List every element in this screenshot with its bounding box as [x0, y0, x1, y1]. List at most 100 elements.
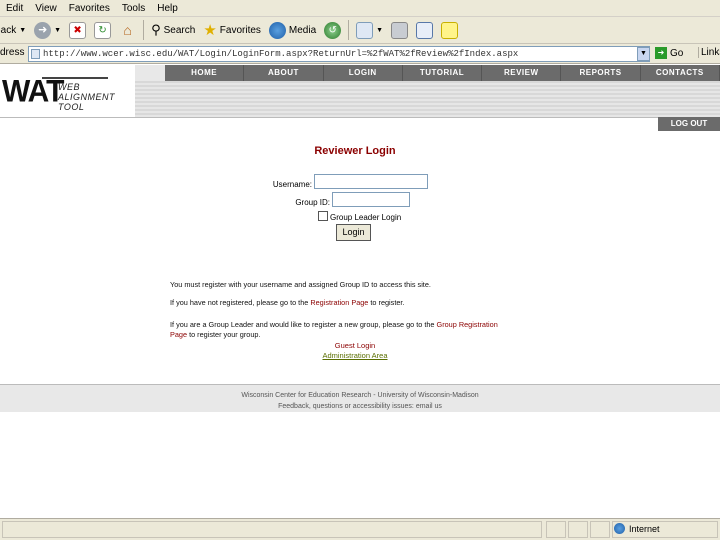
- footer-line1: Wisconsin Center for Education Research …: [241, 392, 479, 399]
- register-instruction: If you have not registered, please go to…: [170, 298, 404, 308]
- stop-button[interactable]: ✖: [69, 21, 87, 39]
- star-icon: ★: [203, 22, 217, 39]
- guest-login-text[interactable]: Guest Login: [335, 341, 375, 350]
- address-bar: dress http://www.wcer.wisc.edu/WAT/Login…: [0, 44, 720, 64]
- status-cell: [546, 521, 566, 538]
- group-id-input[interactable]: [332, 192, 410, 207]
- links-label[interactable]: Links: [698, 47, 720, 58]
- search-icon: ⚲: [151, 22, 161, 37]
- address-input[interactable]: http://www.wcer.wisc.edu/WAT/Login/Login…: [28, 46, 650, 62]
- edit-icon: [416, 21, 434, 39]
- mail-icon: [356, 21, 374, 39]
- refresh-icon: ↻: [94, 21, 112, 39]
- group-id-label: Group ID:: [295, 198, 330, 207]
- search-label: Search: [163, 24, 196, 36]
- footer-line2: Feedback, questions or accessibility iss…: [278, 403, 442, 410]
- chevron-down-icon: ▼: [376, 26, 384, 34]
- group-leader-checkbox[interactable]: [318, 211, 328, 221]
- logo-rule: [42, 77, 108, 79]
- status-bar: Internet: [0, 518, 720, 540]
- logout-button[interactable]: LOG OUT: [658, 117, 720, 131]
- menu-bar: Edit View Favorites Tools Help: [0, 0, 720, 17]
- register-notice: You must register with your username and…: [170, 280, 431, 289]
- media-label: Media: [288, 24, 317, 36]
- zone-label: Internet: [629, 523, 660, 534]
- print-button[interactable]: [391, 21, 409, 39]
- register-text-pre: If you have not registered, please go to…: [170, 298, 311, 307]
- group-text-post: to register your group.: [187, 330, 261, 339]
- note-icon: [441, 21, 459, 39]
- edit-button[interactable]: [416, 21, 434, 39]
- home-icon: ⌂: [123, 21, 132, 38]
- toolbar-separator: [143, 20, 145, 40]
- address-url: http://www.wcer.wisc.edu/WAT/Login/Login…: [43, 49, 519, 59]
- forward-button[interactable]: ➜ ▼: [34, 21, 62, 39]
- globe-icon: [614, 523, 625, 534]
- site-header: WAT WEB ALIGNMENT TOOL HOME ABOUT LOGIN …: [0, 65, 720, 117]
- menu-favorites[interactable]: Favorites: [63, 3, 116, 14]
- site-nav: HOME ABOUT LOGIN TUTORIAL REVIEW REPORTS…: [165, 65, 720, 81]
- page-icon: [31, 49, 40, 59]
- chevron-down-icon: ▼: [19, 26, 27, 34]
- history-icon: ↺: [324, 21, 342, 39]
- address-label: dress: [0, 47, 25, 58]
- admin-area-link: Administration Area: [0, 351, 710, 360]
- username-input[interactable]: [314, 174, 428, 189]
- logo-subtitle-line1: WEB ALIGNMENT: [58, 82, 116, 102]
- page-title: Reviewer Login: [314, 145, 396, 157]
- group-registration-link[interactable]: Group Registration: [437, 320, 498, 329]
- group-text-pre: If you are a Group Leader and would like…: [170, 320, 437, 329]
- logo-subtitle-line2: TOOL: [58, 102, 85, 112]
- group-registration-page-link[interactable]: Page: [170, 330, 187, 339]
- search-button[interactable]: ⚲ Search: [151, 22, 195, 38]
- register-text-post: to register.: [368, 298, 405, 307]
- login-button[interactable]: Login: [336, 224, 371, 241]
- site-logo[interactable]: WAT WEB ALIGNMENT TOOL: [0, 65, 135, 117]
- menu-tools[interactable]: Tools: [116, 3, 151, 14]
- nav-review[interactable]: REVIEW: [482, 65, 562, 81]
- internet-zone: Internet: [614, 523, 660, 534]
- menu-view[interactable]: View: [29, 3, 63, 14]
- media-button[interactable]: Media: [268, 21, 317, 39]
- go-label: Go: [670, 47, 684, 59]
- group-leader-label: Group Leader Login: [330, 213, 402, 222]
- status-cell: [568, 521, 588, 538]
- refresh-button[interactable]: ↻: [94, 21, 112, 39]
- forward-icon: ➜: [34, 21, 52, 39]
- site-footer: Wisconsin Center for Education Research …: [0, 384, 720, 412]
- toolbar-separator: [348, 20, 350, 40]
- nav-login[interactable]: LOGIN: [324, 65, 403, 81]
- go-button[interactable]: ➜ Go: [655, 47, 683, 59]
- status-text-cell: [2, 521, 542, 538]
- discuss-button[interactable]: [441, 21, 459, 39]
- stop-icon: ✖: [69, 21, 87, 39]
- logout-rule: [0, 117, 720, 129]
- history-button[interactable]: ↺: [324, 21, 342, 39]
- nav-home[interactable]: HOME: [165, 65, 245, 81]
- chevron-down-icon: ▼: [54, 26, 62, 34]
- nav-tutorial[interactable]: TUTORIAL: [403, 65, 483, 81]
- header-stripe: [135, 81, 720, 117]
- menu-edit[interactable]: Edit: [0, 3, 29, 14]
- favorites-label: Favorites: [219, 24, 261, 36]
- mail-button[interactable]: ▼: [356, 21, 384, 39]
- group-register-instruction: If you are a Group Leader and would like…: [170, 320, 530, 340]
- menu-help[interactable]: Help: [151, 3, 184, 14]
- back-button[interactable]: Back ▼: [0, 25, 26, 36]
- nav-about[interactable]: ABOUT: [244, 65, 324, 81]
- nav-reports[interactable]: REPORTS: [561, 65, 641, 81]
- registration-page-link[interactable]: Registration Page: [310, 298, 368, 307]
- admin-area-text[interactable]: Administration Area: [322, 351, 387, 360]
- back-label: Back: [0, 24, 17, 36]
- guest-login-link: Guest Login: [0, 341, 710, 350]
- media-globe-icon: [268, 21, 286, 39]
- nav-contacts[interactable]: CONTACTS: [641, 65, 720, 81]
- home-button[interactable]: ⌂: [119, 22, 136, 39]
- go-arrow-icon: ➜: [655, 47, 667, 59]
- logo-wat-text: WAT: [2, 74, 64, 109]
- favorites-button[interactable]: ★ Favorites: [203, 21, 261, 39]
- browser-toolbar: Back ▼ ➜ ▼ ✖ ↻ ⌂ ⚲ Search ★ Favorites Me…: [0, 17, 720, 44]
- address-dropdown[interactable]: ▼: [637, 47, 650, 61]
- username-label: Username:: [272, 180, 312, 189]
- print-icon: [391, 21, 409, 39]
